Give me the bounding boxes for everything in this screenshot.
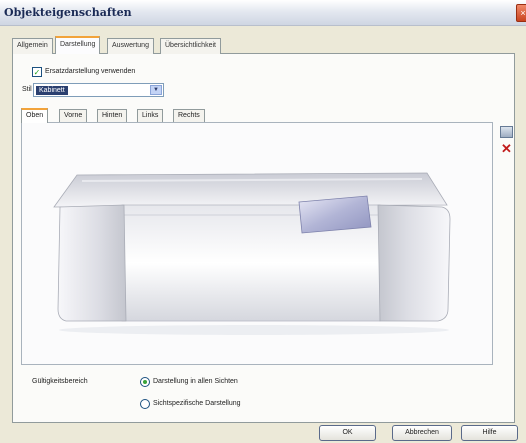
scope-label: Gültigkeitsbereich (32, 378, 88, 385)
properties-dialog: Objekteigenschaften × Allgemein Darstell… (0, 0, 526, 443)
replacement-checkbox[interactable]: ✓ (32, 67, 42, 77)
style-dropdown-value: Kabinett (36, 86, 68, 95)
view-tab-hinten[interactable]: Hinten (97, 109, 128, 123)
close-button[interactable]: × (516, 4, 526, 22)
tab-uebersichtlichkeit[interactable]: Übersichtlichkeit (160, 38, 221, 54)
radio-view-specific[interactable] (140, 399, 150, 409)
cancel-button[interactable]: Abbrechen (392, 425, 452, 441)
view-tab-rechts[interactable]: Rechts (173, 109, 205, 123)
ok-button[interactable]: OK (319, 425, 376, 441)
radio-all-views-label: Darstellung in allen Sichten (153, 378, 238, 385)
delete-icon[interactable]: ✕ (500, 142, 513, 155)
radio-all-views[interactable] (140, 377, 150, 387)
replacement-checkbox-label: Ersatzdarstellung verwenden (45, 68, 136, 75)
tab-darstellung[interactable]: Darstellung (55, 36, 101, 54)
view-tab-oben[interactable]: Oben (21, 108, 49, 123)
chevron-down-icon[interactable]: ▼ (150, 85, 162, 95)
help-button[interactable]: Hilfe (461, 425, 518, 441)
tab-auswertung[interactable]: Auswertung (107, 38, 154, 54)
title-bar[interactable]: Objekteigenschaften × (0, 0, 526, 26)
copy-icon[interactable] (500, 126, 513, 138)
style-dropdown[interactable]: Kabinett ▼ (33, 83, 164, 97)
tab-allgemein[interactable]: Allgemein (12, 38, 53, 54)
sofa-preview (21, 122, 493, 365)
view-tab-links[interactable]: Links (137, 109, 164, 123)
window-title: Objekteigenschaften (4, 6, 132, 19)
radio-view-specific-label: Sichtspezifische Darstellung (153, 400, 241, 407)
view-tab-vorne[interactable]: Vorne (59, 109, 88, 123)
sofa-top-view-image (22, 123, 492, 364)
style-label: Stil (22, 86, 32, 93)
